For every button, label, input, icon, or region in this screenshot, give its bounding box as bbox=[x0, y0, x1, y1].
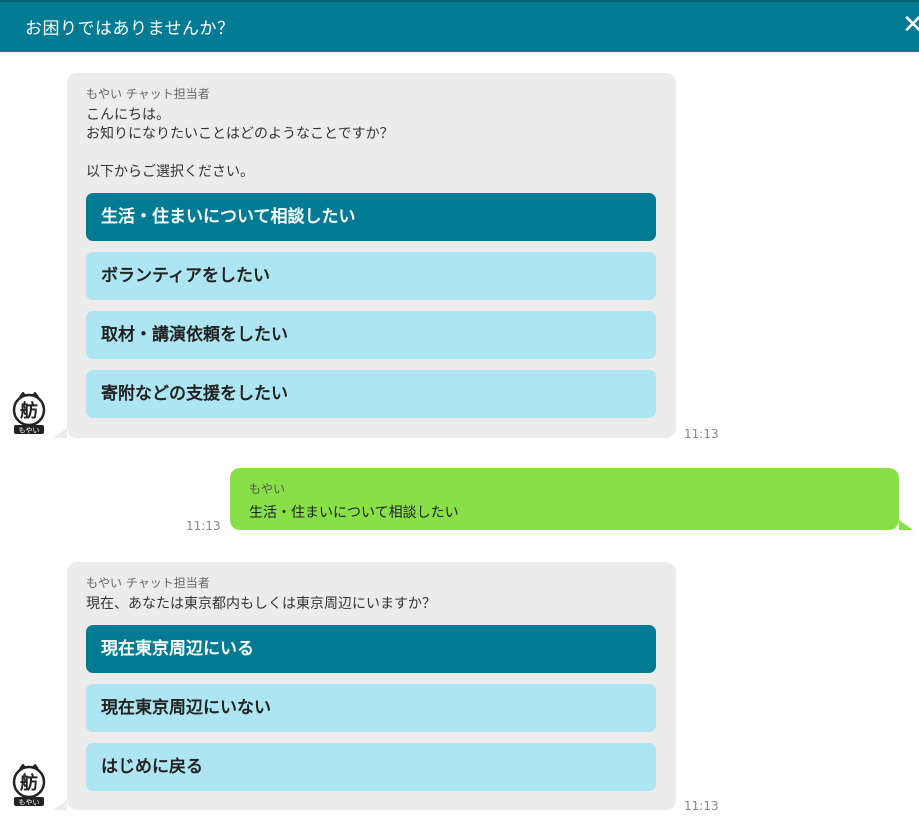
message-sender: もやい チャット担当者 bbox=[86, 87, 210, 101]
bot-message: もやい チャット担当者 こんにちは。 お知りになりたいことはどのようなことですか… bbox=[53, 73, 676, 438]
message-time: 11:13 bbox=[684, 427, 719, 441]
message-text: 生活・住まいについて相談したい bbox=[249, 505, 459, 521]
message-time: 11:13 bbox=[684, 799, 719, 813]
chat-log[interactable]: もやい チャット担当者 こんにちは。 お知りになりたいことはどのようなことですか… bbox=[0, 52, 919, 829]
message-sender: もやい bbox=[249, 482, 286, 496]
svg-text:舫: 舫 bbox=[20, 400, 38, 422]
message-text: こんにちは。 お知りになりたいことはどのようなことですか？ 以下からご選択くださ… bbox=[86, 107, 394, 180]
avatar-label: もやい bbox=[19, 427, 40, 435]
bot-message: もやい チャット担当者 現在、あなたは東京都内もしくは東京周辺にいますか？ 現在… bbox=[53, 562, 676, 810]
option-button[interactable]: 現在東京周辺にいる bbox=[86, 625, 656, 673]
message-sender: もやい チャット担当者 bbox=[86, 576, 210, 590]
close-icon[interactable]: ✕ bbox=[902, 10, 919, 40]
chat-title: お困りではありませんか？ bbox=[25, 19, 235, 39]
user-message: もやい 生活・住まいについて相談したい bbox=[230, 468, 913, 530]
message-text: 現在、あなたは東京都内もしくは東京周辺にいますか？ bbox=[86, 596, 436, 612]
svg-text:舫: 舫 bbox=[20, 772, 38, 794]
option-button[interactable]: 現在東京周辺にいない bbox=[86, 684, 656, 732]
option-button[interactable]: 生活・住まいについて相談したい bbox=[86, 193, 656, 241]
avatar-icon: 舫 もやい bbox=[12, 764, 46, 807]
option-button[interactable]: はじめに戻る bbox=[86, 743, 656, 791]
option-button[interactable]: 寄附などの支援をしたい bbox=[86, 370, 656, 418]
chat-header: お困りではありませんか？ ✕ bbox=[0, 0, 919, 52]
option-button[interactable]: ボランティアをしたい bbox=[86, 252, 656, 300]
message-time: 11:13 bbox=[186, 519, 221, 533]
option-button[interactable]: 取材・講演依頼をしたい bbox=[86, 311, 656, 359]
avatar-icon: 舫 もやい bbox=[12, 392, 46, 435]
avatar-label: もやい bbox=[19, 799, 40, 807]
